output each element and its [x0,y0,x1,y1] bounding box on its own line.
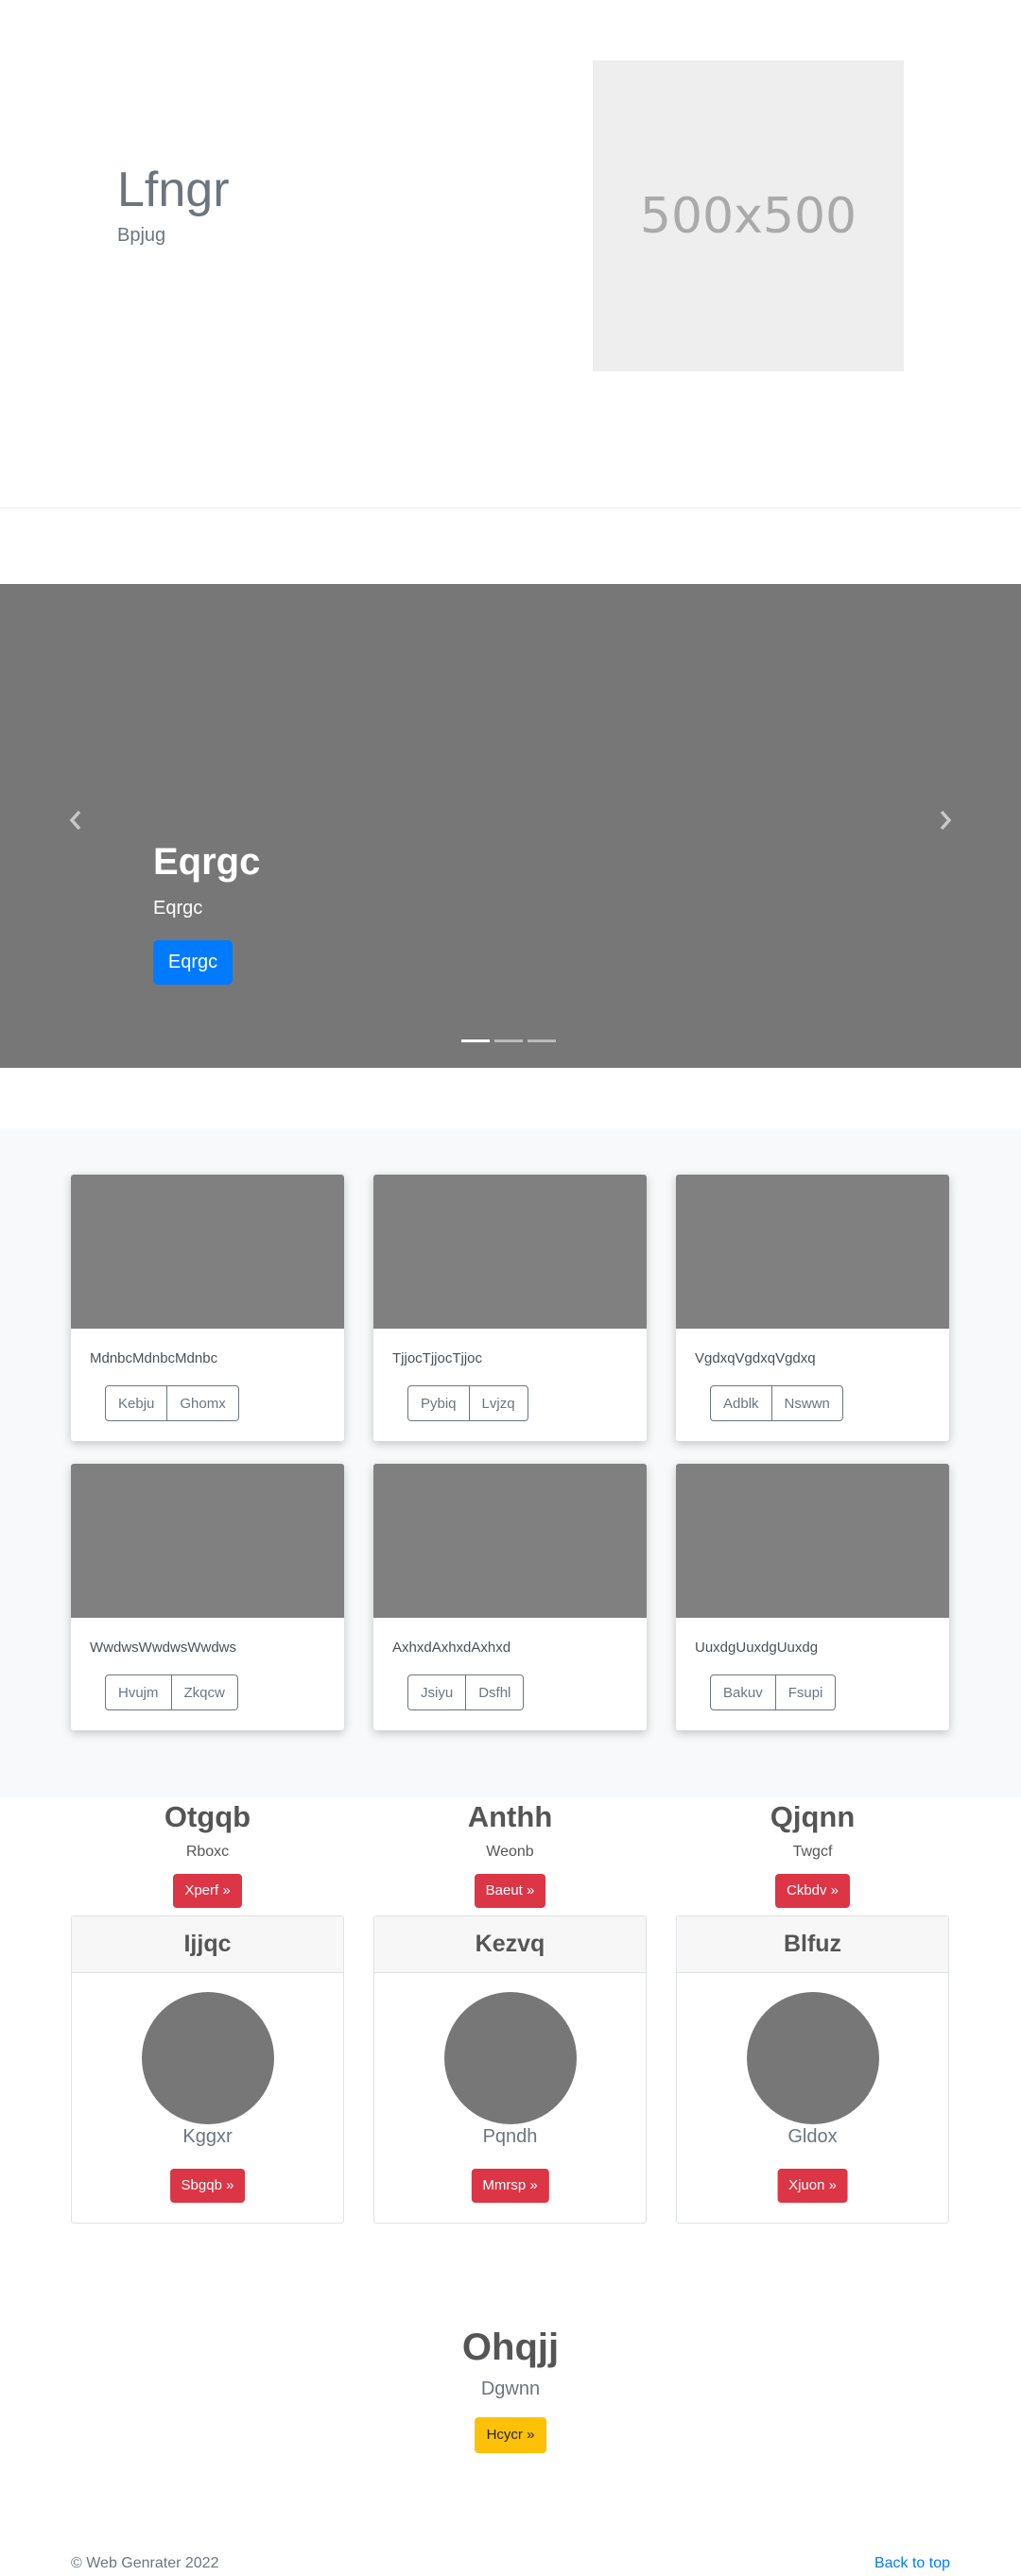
card-button-group: Kebju Ghomx [105,1385,239,1421]
profile-card: Blfuz Gldox Xjuon » [676,1915,949,2224]
hero-image-placeholder: 500x500 [593,60,904,371]
card-button-edit[interactable]: Dsfhl [466,1674,525,1710]
carousel: Eqrgc Eqrgc Eqrgc [0,584,1021,1068]
card-button-view[interactable]: Kebju [105,1385,168,1421]
feature-subtitle: Twgcf [792,1844,833,1861]
card-button-view[interactable]: Jsiyu [407,1674,467,1710]
profile-card-button[interactable]: Mmrsp » [471,2169,549,2203]
profile-card-header: Ijjqc [72,1916,343,1973]
avatar [142,1992,274,2124]
card-button-group: Hvujm Zkqcw [105,1674,238,1710]
album-section: MdnbcMdnbcMdnbc Kebju Ghomx TjjocTjjocTj… [0,1128,1021,1797]
card-image [373,1175,647,1329]
carousel-caption-button[interactable]: Eqrgc [153,940,233,985]
card-button-edit[interactable]: Zkqcw [171,1674,238,1710]
card-text: UuxdgUuxdgUuxdg [695,1640,819,1656]
feature-column: Qjqnn Twgcf Ckbdv » [676,1799,949,1909]
carousel-indicator-2[interactable] [494,1039,523,1042]
back-to-top-link[interactable]: Back to top [874,2555,950,2572]
feature-button[interactable]: Ckbdv » [774,1874,851,1909]
feature-button[interactable]: Xperf » [173,1874,242,1909]
cta-title: Ohqjj [461,2327,560,2368]
hero-section: Lfngr Bpjug 500x500 [0,0,1021,508]
feature-column: Anthh Weonb Baeut » [373,1799,647,1909]
hero-image-label: 500x500 [639,187,857,245]
chevron-right-icon [940,810,952,831]
carousel-prev-button[interactable] [64,809,87,832]
album-card: VgdxqVgdxqVgdxq Adblk Nswwn [676,1175,949,1441]
feature-subtitle: Weonb [486,1844,534,1861]
card-image [373,1464,647,1618]
card-button-group: Bakuv Fsupi [710,1674,837,1710]
card-text: TjjocTjjocTjjoc [392,1350,483,1366]
card-button-view[interactable]: Adblk [710,1385,772,1421]
card-button-group: Jsiyu Dsfhl [407,1674,525,1710]
card-button-edit[interactable]: Ghomx [167,1385,239,1421]
card-image [676,1464,949,1618]
card-button-edit[interactable]: Nswwn [771,1385,843,1421]
album-card: MdnbcMdnbcMdnbc Kebju Ghomx [71,1175,344,1441]
feature-column: Otgqb Rboxc Xperf » [71,1799,344,1909]
album-card: TjjocTjjocTjjoc Pybiq Lvjzq [373,1175,647,1441]
card-image [71,1175,344,1329]
feature-title: Anthh [467,1800,553,1833]
card-text: AxhxdAxhxdAxhxd [392,1640,511,1656]
card-text: VgdxqVgdxqVgdxq [695,1350,816,1366]
profile-card: Ijjqc Kggxr Sbgqb » [71,1915,344,2224]
card-button-group: Adblk Nswwn [710,1385,843,1421]
profile-card-button[interactable]: Sbgqb » [169,2169,246,2203]
card-button-edit[interactable]: Lvjzq [469,1385,528,1421]
feature-subtitle: Rboxc [185,1844,230,1861]
carousel-caption-title: Eqrgc [153,841,261,883]
avatar [444,1992,577,2124]
footer-copyright: © Web Genrater 2022 [71,2555,219,2571]
album-card: WwdwsWwdwsWwdws Hvujm Zkqcw [71,1464,344,1730]
card-button-view[interactable]: Pybiq [407,1385,470,1421]
profile-card-name: Kggxr [182,2126,233,2147]
card-image [71,1464,344,1618]
profile-card: Kezvq Pqndh Mmrsp » [373,1915,647,2224]
album-card: AxhxdAxhxdAxhxd Jsiyu Dsfhl [373,1464,647,1730]
card-button-view[interactable]: Hvujm [105,1674,172,1710]
carousel-indicator-1[interactable] [461,1039,490,1042]
profile-card-header: Blfuz [677,1916,948,1973]
hero-subtitle: Bpjug [117,225,166,246]
cta-button[interactable]: Hcycr » [474,2417,547,2453]
card-button-edit[interactable]: Fsupi [775,1674,837,1710]
card-image [676,1175,949,1329]
avatar [747,1992,879,2124]
hero-title: Lfngr [117,163,230,217]
chevron-left-icon [69,810,81,831]
carousel-caption-subtitle: Eqrgc [153,898,203,919]
carousel-next-button[interactable] [934,809,957,832]
card-button-view[interactable]: Bakuv [710,1674,776,1710]
cta-subtitle: Dgwnn [480,2379,541,2399]
profile-card-button[interactable]: Xjuon » [777,2169,848,2203]
profile-card-name: Gldox [787,2126,838,2147]
profile-card-header: Kezvq [374,1916,646,1973]
feature-title: Qjqnn [770,1800,856,1833]
album-card: UuxdgUuxdgUuxdg Bakuv Fsupi [676,1464,949,1730]
card-text: MdnbcMdnbcMdnbc [90,1350,218,1366]
feature-button[interactable]: Baeut » [474,1874,546,1909]
card-button-group: Pybiq Lvjzq [407,1385,528,1421]
feature-title: Otgqb [164,1800,251,1833]
carousel-indicators [461,1039,556,1042]
carousel-indicator-3[interactable] [528,1039,556,1042]
card-text: WwdwsWwdwsWwdws [90,1640,236,1656]
profile-card-name: Pqndh [482,2126,538,2147]
cta-section: Ohqjj Dgwnn Hcycr » [0,2327,1021,2453]
